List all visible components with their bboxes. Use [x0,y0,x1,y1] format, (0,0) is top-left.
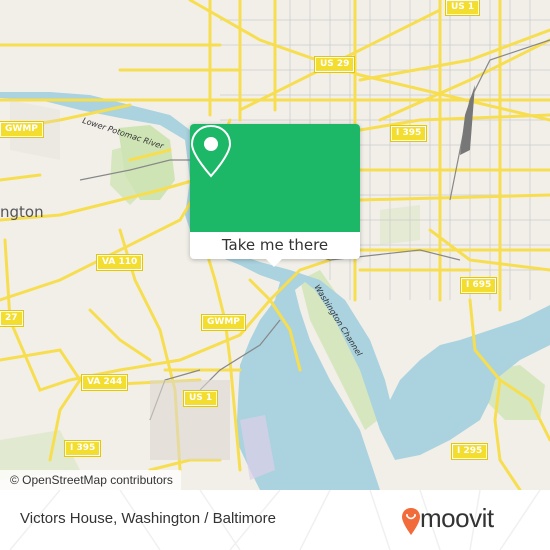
location-popup: Take me there [190,124,360,267]
route-shield-va-110: VA 110 [95,254,144,271]
moovit-logo-text: moovit [420,503,494,533]
route-shield-i395-south: I 395 [63,440,102,457]
location-title: Victors House, Washington / Baltimore [20,510,276,527]
take-me-there-button[interactable]: Take me there [190,232,360,259]
map-pin-icon [190,124,232,178]
route-shield-gwmp-north: GWMP [0,121,44,138]
footer: Victors House, Washington / Baltimore mo… [0,490,550,550]
place-label-arlington: ngton [0,203,44,221]
popup-pointer [266,259,282,267]
route-shield-i695: I 695 [459,277,498,294]
route-shield-gwmp-south: GWMP [201,314,246,331]
map[interactable]: ngton Lower Potomac River Washington Cha… [0,0,550,490]
map-attribution[interactable]: © OpenStreetMap contributors [0,470,181,490]
route-shield-va-244: VA 244 [80,374,129,391]
route-shield-us-1-north: US 1 [444,0,481,16]
route-shield-i295: I 295 [450,443,489,460]
route-shield-us-29: US 29 [313,56,356,73]
popup-header [190,124,360,232]
moovit-pin-icon [402,508,420,535]
route-shield-us-1-south: US 1 [182,390,219,407]
route-shield-i395-north: I 395 [389,125,428,142]
route-shield-va-27: 27 [0,310,24,327]
